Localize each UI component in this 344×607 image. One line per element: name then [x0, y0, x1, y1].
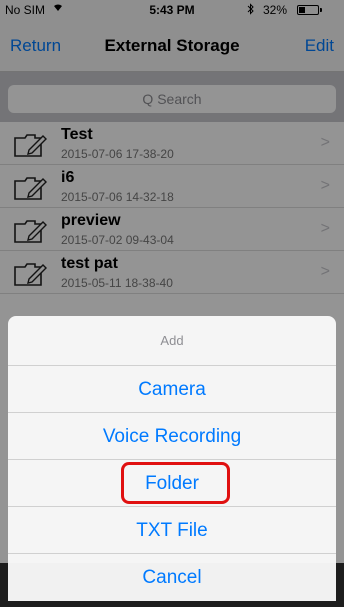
folder-button[interactable]: Folder [8, 460, 336, 507]
cancel-label: Cancel [142, 567, 202, 588]
txt-file-button[interactable]: TXT File [8, 507, 336, 554]
voice-recording-label: Voice Recording [102, 426, 242, 447]
cancel-button[interactable]: Cancel [8, 554, 336, 601]
camera-button[interactable]: Camera [8, 366, 336, 413]
action-sheet-title: Add [8, 316, 336, 366]
txt-file-label: TXT File [136, 520, 208, 541]
camera-label: Camera [138, 379, 206, 400]
action-sheet: Add Camera Voice Recording Folder TXT Fi… [8, 316, 336, 601]
highlight-box [121, 462, 230, 504]
voice-recording-button[interactable]: Voice Recording [8, 413, 336, 460]
